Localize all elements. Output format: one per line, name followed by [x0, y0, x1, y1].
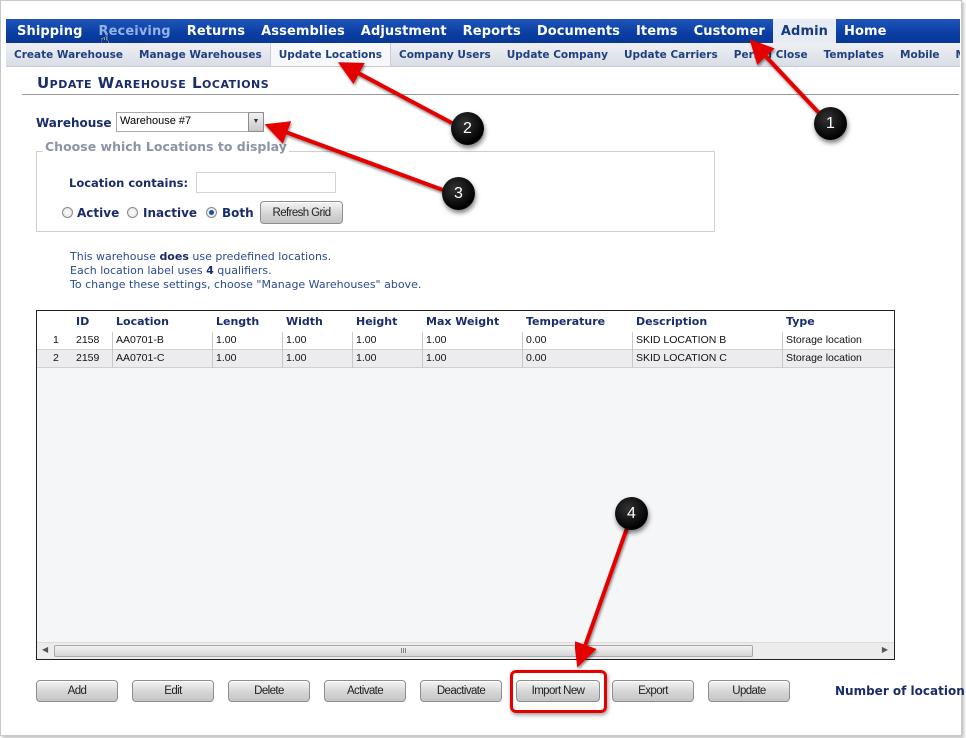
cell-max-weight[interactable]: 1.00	[422, 350, 522, 368]
nav-returns[interactable]: Returns	[179, 19, 253, 43]
nav-items[interactable]: Items	[628, 19, 686, 43]
edit-button[interactable]: Edit	[132, 680, 214, 702]
cell-type[interactable]: Storage location	[782, 350, 894, 368]
col-width[interactable]: Width	[286, 315, 323, 328]
nav-reports[interactable]: Reports	[455, 19, 529, 43]
info-settings-hint: To change these settings, choose "Manage…	[70, 278, 422, 291]
cell-description[interactable]: SKID LOCATION B	[632, 332, 782, 350]
scroll-left-icon[interactable]: ◀	[42, 645, 48, 654]
cell-location[interactable]: AA0701-B	[112, 332, 212, 350]
nav-admin[interactable]: Admin	[772, 19, 837, 43]
col-temperature[interactable]: Temperature	[526, 315, 605, 328]
col-id[interactable]: ID	[76, 315, 89, 328]
info-predefined: This warehouse does use predefined locat…	[70, 250, 332, 263]
radio-inactive-label[interactable]: Inactive	[143, 206, 197, 220]
cell-length[interactable]: 1.00	[212, 350, 282, 368]
info-qualifiers: Each location label uses 4 qualifiers.	[70, 264, 272, 277]
table-row[interactable]: 2 2159 AA0701-C 1.00 1.00 1.00 1.00 0.00…	[37, 350, 894, 368]
subnav-period-close[interactable]: Period Close	[726, 43, 816, 66]
radio-both[interactable]	[206, 207, 217, 218]
cell-max-weight[interactable]: 1.00	[422, 332, 522, 350]
cell-temperature[interactable]: 0.00	[522, 350, 632, 368]
table-row[interactable]: 1 2158 AA0701-B 1.00 1.00 1.00 1.00 0.00…	[37, 332, 894, 350]
radio-both-label[interactable]: Both	[222, 206, 254, 220]
radio-active[interactable]	[62, 207, 73, 218]
subnav-update-carriers[interactable]: Update Carriers	[616, 43, 726, 66]
grid-header: ID Location Length Width Height Max Weig…	[37, 311, 894, 332]
nav-home[interactable]: Home	[836, 19, 895, 43]
subnav-movable[interactable]: Movable	[948, 43, 960, 66]
cell-description[interactable]: SKID LOCATION C	[632, 350, 782, 368]
warehouse-label: Warehouse	[36, 116, 112, 130]
callout-badge-2: 2	[451, 112, 484, 145]
page-title: Update Warehouse Locations	[37, 74, 270, 92]
cell-id: 2159	[76, 352, 100, 364]
scrollbar-thumb[interactable]: III	[54, 645, 753, 657]
add-button[interactable]: Add	[36, 680, 118, 702]
nav-adjustment[interactable]: Adjustment	[353, 19, 455, 43]
callout-badge-4: 4	[615, 497, 648, 530]
location-contains-input[interactable]	[196, 172, 336, 193]
import-new-highlight	[510, 670, 607, 713]
location-filter-group	[36, 151, 715, 232]
title-divider	[22, 94, 959, 95]
col-length[interactable]: Length	[216, 315, 259, 328]
filter-legend: Choose which Locations to display	[43, 139, 289, 154]
nav-assemblies[interactable]: Assemblies	[253, 19, 353, 43]
location-contains-label: Location contains:	[69, 176, 189, 190]
radio-active-label[interactable]: Active	[77, 206, 119, 220]
callout-badge-3: 3	[442, 177, 475, 210]
scroll-right-icon[interactable]: ▶	[882, 645, 888, 654]
col-max-weight[interactable]: Max Weight	[426, 315, 499, 328]
subnav-manage-warehouses[interactable]: Manage Warehouses	[131, 43, 270, 66]
col-type[interactable]: Type	[786, 315, 815, 328]
nav-shipping[interactable]: Shipping	[9, 19, 91, 43]
location-count-label: Number of location	[835, 684, 965, 698]
main-nav: Shipping Receiving Returns Assemblies Ad…	[6, 19, 960, 43]
nav-documents[interactable]: Documents	[529, 19, 628, 43]
col-description[interactable]: Description	[636, 315, 707, 328]
update-button[interactable]: Update	[708, 680, 790, 702]
nav-customer[interactable]: Customer	[686, 19, 773, 43]
subnav-templates[interactable]: Templates	[816, 43, 892, 66]
locations-grid[interactable]: ID Location Length Width Height Max Weig…	[36, 310, 895, 660]
warehouse-select-value: Warehouse #7	[120, 115, 192, 127]
cell-width[interactable]: 1.00	[282, 350, 352, 368]
subnav-create-warehouse[interactable]: Create Warehouse	[6, 43, 131, 66]
cell-type[interactable]: Storage location	[782, 332, 894, 350]
delete-button[interactable]: Delete	[228, 680, 310, 702]
admin-subnav: Create Warehouse Manage Warehouses Updat…	[6, 43, 960, 67]
col-height[interactable]: Height	[356, 315, 397, 328]
cell-temperature[interactable]: 0.00	[522, 332, 632, 350]
subnav-company-users[interactable]: Company Users	[391, 43, 499, 66]
export-button[interactable]: Export	[612, 680, 694, 702]
subnav-update-company[interactable]: Update Company	[499, 43, 616, 66]
cell-length[interactable]: 1.00	[212, 332, 282, 350]
callout-badge-1: 1	[814, 107, 847, 140]
row-number: 1	[53, 334, 59, 346]
cell-height[interactable]: 1.00	[352, 350, 422, 368]
cell-width[interactable]: 1.00	[282, 332, 352, 350]
row-number: 2	[53, 352, 59, 364]
subnav-mobile[interactable]: Mobile	[892, 43, 948, 66]
subnav-update-locations[interactable]: Update Locations	[269, 43, 391, 66]
warehouse-select[interactable]: Warehouse #7 ▼	[116, 112, 264, 132]
cell-id: 2158	[76, 334, 100, 346]
refresh-grid-button[interactable]: Refresh Grid	[260, 201, 343, 224]
cell-location[interactable]: AA0701-C	[112, 350, 212, 368]
horizontal-scrollbar[interactable]: ◀ III ▶	[37, 642, 894, 659]
cell-height[interactable]: 1.00	[352, 332, 422, 350]
deactivate-button[interactable]: Deactivate	[420, 680, 502, 702]
dropdown-arrow-icon[interactable]: ▼	[248, 112, 264, 132]
activate-button[interactable]: Activate	[324, 680, 406, 702]
col-location[interactable]: Location	[116, 315, 169, 328]
radio-inactive[interactable]	[127, 207, 138, 218]
